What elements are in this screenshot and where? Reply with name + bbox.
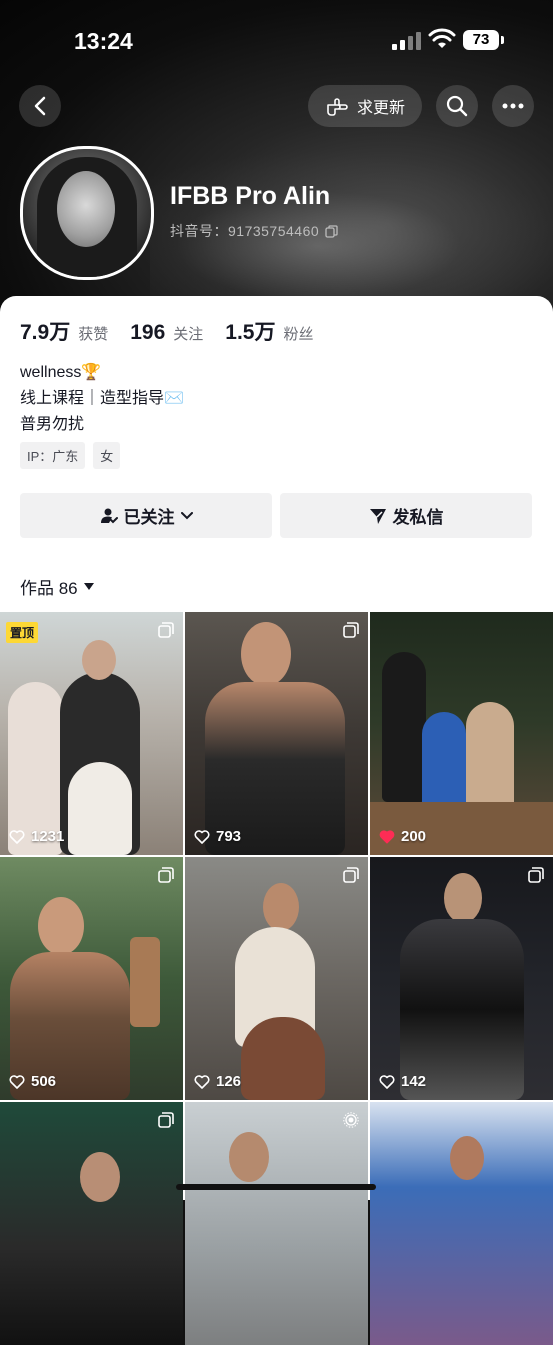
profile-card: 7.9万 获赞 196 关注 1.5万 粉丝 wellness🏆 线上课程｜造型…	[0, 296, 553, 1345]
heart-outline-icon	[194, 829, 210, 844]
post-likes: 793	[194, 828, 241, 845]
post-likes-count: 793	[216, 828, 242, 845]
post-figure	[38, 897, 84, 955]
works-label: 作品 86	[20, 579, 78, 598]
post-likes-count: 1231	[31, 828, 65, 845]
post-tile[interactable]	[0, 1102, 183, 1345]
live-photo-icon	[343, 1112, 359, 1128]
heart-outline-icon	[9, 1074, 25, 1089]
post-figure	[466, 702, 514, 812]
profile-name: IFBB Pro Alin	[170, 182, 331, 210]
hand-pointing-icon	[327, 98, 348, 116]
post-likes: 126	[194, 1073, 241, 1090]
works-tab[interactable]: 作品 86	[20, 574, 94, 599]
more-dots-icon	[502, 103, 524, 109]
search-icon	[446, 95, 468, 117]
likes-count: 7.9万	[20, 321, 71, 344]
home-indicator	[176, 1184, 376, 1190]
post-drink	[130, 937, 160, 1027]
bio-line: 普男勿扰	[20, 416, 85, 433]
heart-filled-icon	[379, 829, 395, 844]
caret-down-icon	[83, 583, 94, 590]
following-count[interactable]: 196	[130, 321, 165, 345]
multi-image-icon	[158, 867, 174, 883]
multi-image-icon	[158, 1112, 174, 1128]
status-time: 13:24	[74, 28, 133, 54]
post-figure	[382, 652, 426, 802]
post-tile[interactable]: 200	[370, 612, 553, 855]
ip-location-tag: IP：广东	[20, 442, 86, 469]
post-figure	[422, 712, 466, 812]
multi-image-icon	[343, 867, 359, 883]
post-tile[interactable]	[370, 1102, 553, 1345]
chevron-left-icon	[34, 96, 46, 116]
following-label[interactable]: 关注	[173, 323, 203, 344]
gender-tag: 女	[93, 442, 121, 469]
post-likes: 200	[379, 828, 426, 845]
request-update-label: 求更新	[356, 100, 405, 117]
post-figure	[450, 1136, 484, 1180]
douyin-id[interactable]: 抖音号：91735754460	[170, 221, 338, 241]
more-button[interactable]	[492, 85, 534, 127]
post-tile[interactable]: 142	[370, 857, 553, 1100]
signal-icon	[392, 30, 422, 50]
profile-tags: IP：广东 女	[20, 442, 121, 469]
message-button[interactable]: 发私信	[280, 493, 532, 538]
back-button[interactable]	[19, 85, 61, 127]
heart-outline-icon	[379, 1074, 395, 1089]
bio: wellness🏆 线上课程｜造型指导✉️ 普男勿扰	[20, 360, 184, 438]
post-likes-count: 506	[31, 1073, 57, 1090]
followed-button[interactable]: 已关注	[20, 493, 272, 538]
post-likes-count: 126	[216, 1073, 242, 1090]
post-likes: 506	[9, 1073, 56, 1090]
post-tile[interactable]: 506	[0, 857, 183, 1100]
multi-image-icon	[158, 622, 174, 638]
battery-indicator: 73	[463, 30, 504, 50]
send-icon	[369, 508, 386, 524]
multi-image-icon	[343, 622, 359, 638]
post-figure	[68, 762, 132, 855]
copy-icon[interactable]	[325, 224, 338, 238]
post-figure	[263, 883, 299, 931]
chevron-down-icon	[180, 511, 193, 519]
action-buttons: 已关注 发私信	[20, 493, 532, 538]
followers-count[interactable]: 1.5万	[225, 316, 275, 346]
status-bar: 13:24 73	[0, 0, 553, 80]
avatar-face	[57, 171, 115, 247]
wifi-icon	[428, 28, 456, 48]
user-check-icon	[100, 508, 118, 523]
bio-line: 线上课程｜造型指导✉️	[20, 390, 184, 407]
post-figure	[82, 640, 116, 680]
multi-image-icon	[528, 867, 544, 883]
post-tile[interactable]	[185, 1102, 368, 1345]
posts-grid: 置顶 1231 793 200 506 126 142	[0, 612, 553, 1345]
post-tile[interactable]: 793	[185, 612, 368, 855]
post-likes-count: 142	[401, 1073, 427, 1090]
post-figure	[80, 1152, 120, 1202]
profile-avatar[interactable]	[20, 146, 154, 280]
heart-outline-icon	[9, 829, 25, 844]
message-label: 发私信	[392, 508, 444, 527]
post-likes: 1231	[9, 828, 64, 845]
likes-label: 获赞	[78, 326, 109, 343]
post-likes-count: 200	[401, 828, 427, 845]
bio-line: wellness🏆	[20, 364, 102, 381]
followed-label: 已关注	[123, 508, 175, 527]
search-button[interactable]	[436, 85, 478, 127]
followers-label[interactable]: 粉丝	[283, 323, 313, 344]
post-tile[interactable]: 置顶 1231	[0, 612, 183, 855]
post-figure	[241, 622, 291, 686]
post-figure	[444, 873, 482, 923]
request-update-button[interactable]: 求更新	[308, 85, 422, 127]
pinned-badge: 置顶	[6, 622, 39, 643]
douyin-id-text: 抖音号：91735754460	[170, 223, 320, 239]
post-figure	[241, 1017, 325, 1100]
post-figure	[229, 1132, 269, 1182]
post-tile[interactable]: 126	[185, 857, 368, 1100]
stats-row: 7.9万 获赞 196 关注 1.5万 粉丝	[20, 316, 328, 346]
heart-outline-icon	[194, 1074, 210, 1089]
post-likes: 142	[379, 1073, 426, 1090]
